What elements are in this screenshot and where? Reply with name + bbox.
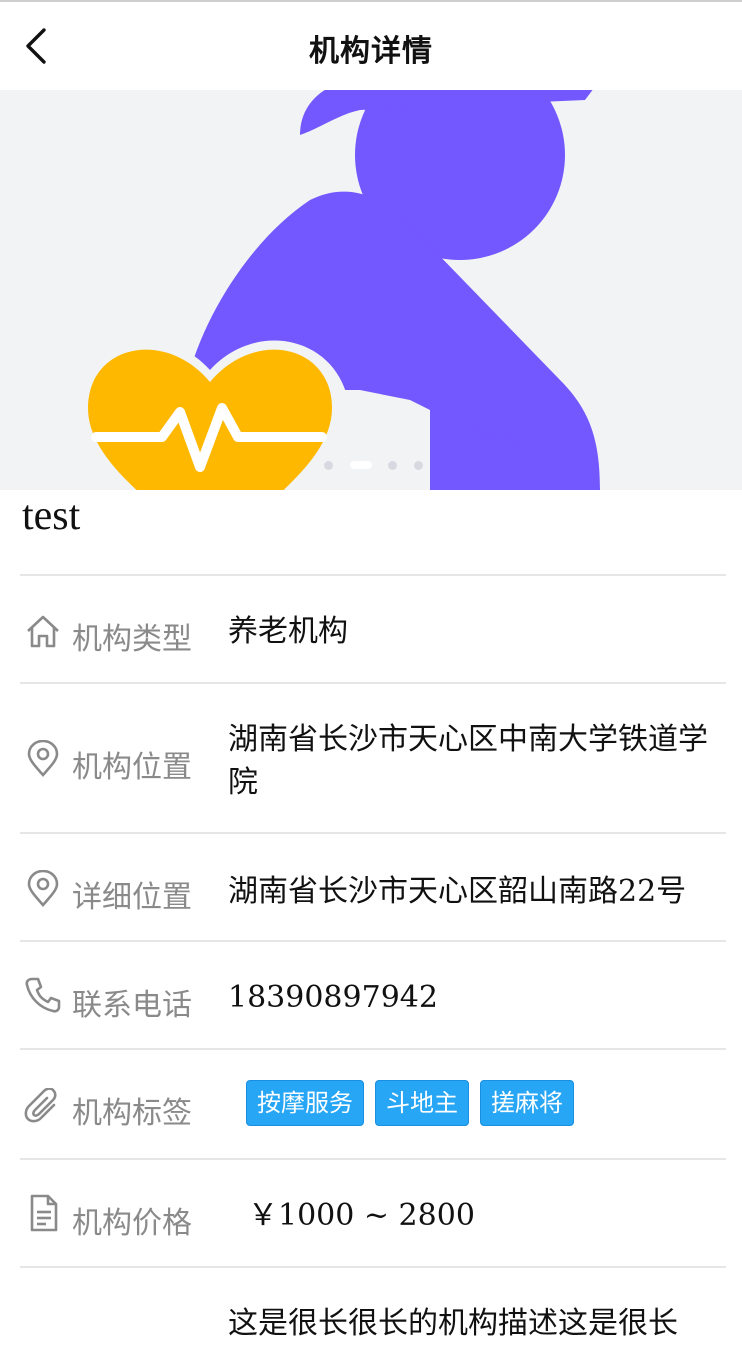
home-icon — [27, 615, 59, 648]
detail-row-location: 机构位置 湖南省长沙市天心区中南大学铁道学院 — [20, 682, 726, 834]
carousel-dot[interactable] — [414, 461, 423, 470]
carousel-indicators — [0, 459, 742, 471]
detail-row-type: 机构类型 养老机构 — [20, 574, 726, 684]
value-location: 湖南省长沙市天心区中南大学铁道学院 — [228, 722, 708, 800]
detail-row-price: 机构价格 ￥1000 ~ 2800 — [20, 1158, 726, 1268]
detail-row-tags: 机构标签 按摩服务 斗地主 搓麻将 — [20, 1048, 726, 1160]
label-tags: 机构标签 — [72, 1096, 192, 1131]
label-location: 机构位置 — [72, 750, 192, 785]
label-price: 机构价格 — [72, 1206, 192, 1241]
value-phone[interactable]: 18390897942 — [228, 976, 722, 1019]
detail-row-phone: 联系电话 18390897942 — [20, 940, 726, 1050]
value-address: 湖南省长沙市天心区韶山南路22号 — [228, 874, 687, 909]
label-address: 详细位置 — [72, 880, 192, 915]
carousel-dot-active[interactable] — [350, 461, 372, 469]
carousel-dot[interactable] — [324, 461, 333, 470]
label-phone: 联系电话 — [72, 988, 192, 1023]
detail-row-description: 这是很长很长的机构描述这是很长 — [20, 1266, 726, 1341]
carousel-dot[interactable] — [388, 461, 397, 470]
elderly-care-illustration — [70, 90, 600, 490]
phone-icon — [25, 977, 61, 1013]
detail-row-address: 详细位置 湖南省长沙市天心区韶山南路22号 — [20, 832, 726, 942]
image-carousel[interactable] — [0, 90, 742, 490]
paperclip-icon — [24, 1088, 57, 1123]
page-title: 机构详情 — [309, 34, 433, 69]
value-description: 这是很长很长的机构描述这是很长 — [228, 1306, 678, 1341]
tag-list: 按摩服务 斗地主 搓麻将 — [246, 1080, 585, 1126]
tag-item[interactable]: 按摩服务 — [246, 1080, 364, 1126]
location-pin-icon — [27, 870, 59, 907]
value-type: 养老机构 — [228, 614, 348, 649]
institution-name: test — [22, 493, 81, 539]
nav-bar: 机构详情 — [0, 2, 742, 90]
document-icon — [30, 1194, 58, 1232]
tag-item[interactable]: 搓麻将 — [480, 1080, 574, 1126]
location-pin-icon — [27, 740, 59, 777]
value-price: ￥1000 ~ 2800 — [248, 1198, 475, 1233]
tag-item[interactable]: 斗地主 — [375, 1080, 469, 1126]
label-type: 机构类型 — [72, 622, 192, 657]
